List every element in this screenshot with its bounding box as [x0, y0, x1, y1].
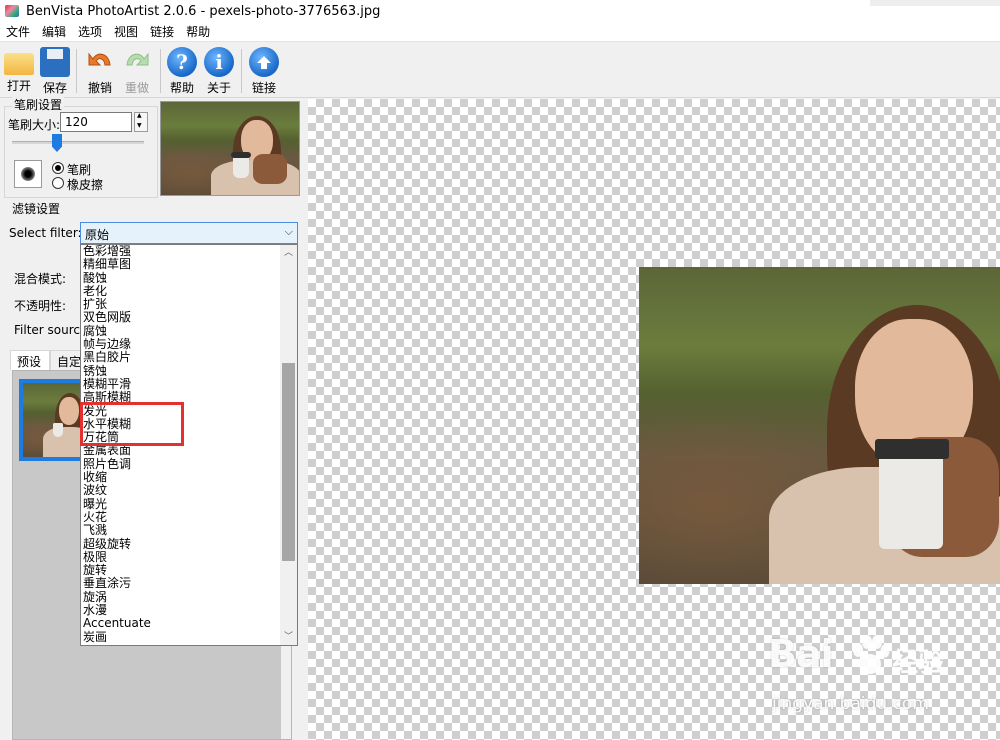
brush-size-stepper[interactable]	[134, 112, 148, 132]
filter-option[interactable]: 水漫	[81, 603, 281, 617]
opacity-label: 不透明性:	[14, 299, 67, 313]
filter-option[interactable]: 曝光	[81, 497, 281, 511]
chevron-down-icon: ⌵	[284, 225, 293, 238]
filter-option[interactable]: 酸蚀	[81, 271, 281, 285]
undo-arrow-icon	[85, 47, 115, 77]
open-button[interactable]: 打开	[1, 46, 37, 96]
thumbnail-photo	[161, 102, 299, 195]
open-label: 打开	[6, 79, 31, 93]
menu-link[interactable]: 链接	[144, 23, 180, 40]
filter-selected-value: 原始	[85, 228, 110, 242]
link-button[interactable]: 链接	[246, 46, 282, 96]
filter-option[interactable]: 收缩	[81, 470, 281, 484]
redo-label: 重做	[124, 81, 149, 95]
help-button[interactable]: ? 帮助	[164, 46, 200, 96]
toolbar-separator	[76, 49, 77, 93]
filter-option[interactable]: 炭画	[81, 630, 281, 644]
filter-option[interactable]: 极限	[81, 550, 281, 564]
filter-option[interactable]: 色彩增强	[81, 245, 281, 258]
question-mark-icon: ?	[167, 47, 197, 77]
chevron-up-icon[interactable]: ︿	[280, 245, 297, 261]
brush-tip-preview	[14, 160, 42, 188]
brush-radio[interactable]	[52, 162, 64, 174]
menu-file[interactable]: 文件	[0, 23, 36, 40]
watermark-brand-cn: 经验	[892, 648, 945, 678]
help-label: 帮助	[169, 81, 194, 95]
filter-option[interactable]: 照片色调	[81, 457, 281, 471]
floppy-disk-icon	[40, 47, 70, 77]
undo-label: 撤销	[87, 81, 112, 95]
link-label: 链接	[251, 81, 276, 95]
watermark-brand: Bai	[768, 632, 834, 676]
info-icon: i	[204, 47, 234, 77]
filter-option[interactable]: 扩张	[81, 298, 281, 311]
canvas-photo	[639, 267, 1000, 584]
folder-icon	[4, 53, 34, 75]
undo-button[interactable]: 撤销	[82, 46, 118, 96]
toolbar-separator	[241, 49, 242, 93]
filter-option[interactable]: 波纹	[81, 484, 281, 497]
filter-option[interactable]: 黑白胶片	[81, 351, 281, 364]
menu-help[interactable]: 帮助	[180, 23, 216, 40]
filter-option[interactable]: 金属表面	[81, 444, 281, 457]
filter-select[interactable]: 原始 ⌵	[80, 222, 298, 244]
brush-size-slider-track[interactable]	[12, 141, 144, 144]
filter-option[interactable]: 腐蚀	[81, 324, 281, 338]
filter-option[interactable]: 双色网版	[81, 311, 281, 324]
filter-option[interactable]: 超级旋转	[81, 537, 281, 551]
brush-settings-title: 笔刷设置	[12, 96, 65, 113]
dropdown-scrollbar[interactable]: ︿ ﹀	[280, 245, 297, 645]
filter-option[interactable]: 精细草图	[81, 258, 281, 271]
brush-size-input[interactable]: 120	[60, 112, 132, 132]
filter-settings-title: 滤镜设置	[12, 202, 61, 216]
select-filter-label: Select filter:	[9, 226, 82, 240]
blend-mode-label: 混合模式:	[14, 272, 67, 286]
redo-button[interactable]: 重做	[119, 46, 155, 96]
scrollbar-thumb[interactable]	[282, 363, 295, 561]
window-title: BenVista PhotoArtist 2.0.6 - pexels-phot…	[26, 3, 381, 19]
filter-option[interactable]: 飞溅	[81, 524, 281, 537]
annotation-highlight-box	[80, 402, 184, 446]
about-button[interactable]: i 关于	[201, 46, 237, 96]
redo-arrow-icon	[122, 47, 152, 77]
eraser-radio[interactable]	[52, 177, 64, 189]
filter-option[interactable]: Accentuate	[81, 617, 281, 630]
menu-edit[interactable]: 编辑	[36, 23, 72, 40]
window-controls[interactable]	[870, 0, 1000, 6]
app-icon	[4, 3, 20, 19]
filter-option[interactable]: 火花	[81, 510, 281, 524]
title-bar: BenVista PhotoArtist 2.0.6 - pexels-phot…	[0, 0, 1000, 22]
toolbar: 打开 保存 撤销 重做 ? 帮助 i 关于 链接	[0, 43, 1000, 98]
filter-option[interactable]: 老化	[81, 284, 281, 298]
toolbar-separator	[160, 49, 161, 93]
image-thumbnail[interactable]	[160, 101, 300, 196]
tab-presets[interactable]: 预设	[10, 350, 50, 370]
save-button[interactable]: 保存	[37, 46, 73, 96]
brush-size-label: 笔刷大小:	[8, 118, 61, 132]
about-label: 关于	[206, 81, 231, 95]
menu-view[interactable]: 视图	[108, 23, 144, 40]
chevron-down-icon[interactable]: ﹀	[280, 629, 297, 645]
globe-link-icon	[249, 47, 279, 77]
save-label: 保存	[42, 81, 67, 95]
filter-option[interactable]: 垂直涂污	[81, 577, 281, 590]
paw-logo-icon	[853, 635, 890, 674]
menu-bar: 文件 编辑 选项 视图 链接 帮助	[0, 22, 1000, 42]
menu-options[interactable]: 选项	[72, 23, 108, 40]
baidu-watermark: Bai 经验 jingyan.baidu.com	[768, 632, 988, 722]
watermark-url: jingyan.baidu.com	[772, 694, 929, 714]
filter-option[interactable]: 锈蚀	[81, 364, 281, 378]
filter-option[interactable]: 旋涡	[81, 590, 281, 604]
eraser-radio-label: 橡皮擦	[67, 178, 104, 192]
